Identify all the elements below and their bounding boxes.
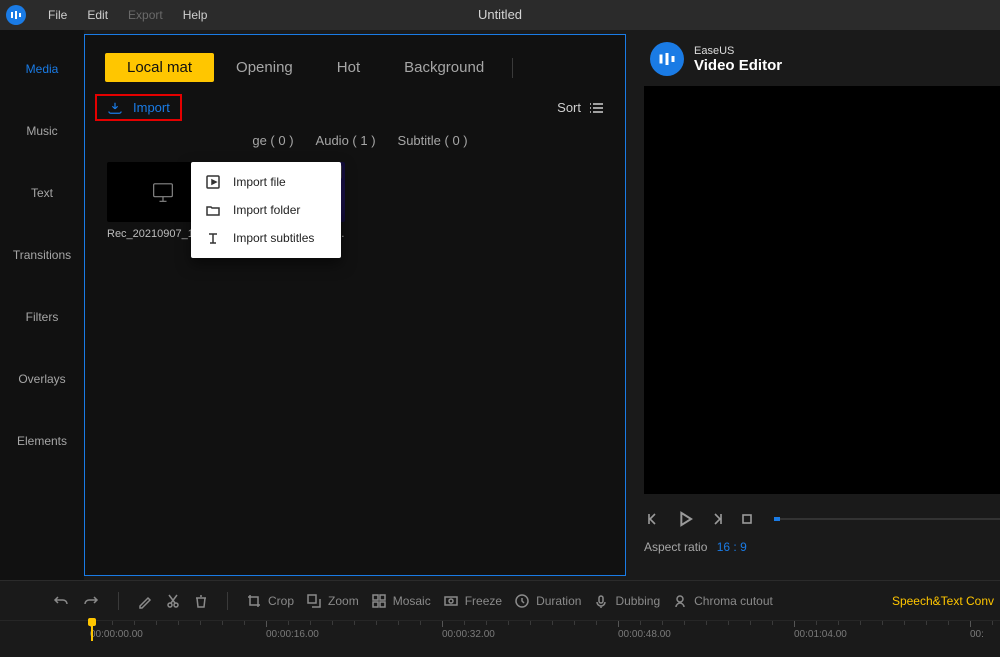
sidebar-item-transitions[interactable]: Transitions: [0, 248, 84, 262]
prev-frame-icon[interactable]: [644, 510, 662, 528]
filter-subtitle[interactable]: Subtitle ( 0 ): [398, 133, 468, 148]
dropdown-label: Import folder: [233, 203, 300, 217]
playback-controls: [644, 508, 1000, 530]
preview-panel: EaseUS Video Editor Aspect ratio 16 : 9: [630, 30, 1000, 580]
brand-text: EaseUS Video Editor: [694, 45, 782, 74]
timeline-ruler[interactable]: 00:00:00.0000:00:16.0000:00:32.0000:00:4…: [0, 620, 1000, 650]
cut-button[interactable]: [165, 593, 181, 609]
ruler-mark: 00:: [970, 621, 984, 640]
zoom-button[interactable]: Zoom: [306, 593, 359, 609]
playhead[interactable]: [91, 621, 93, 641]
dropdown-label: Import subtitles: [233, 231, 314, 245]
stop-icon[interactable]: [738, 510, 756, 528]
undo-button[interactable]: [52, 592, 70, 610]
import-dropdown: Import file Import folder Import subtitl…: [191, 162, 341, 258]
monitor-icon: [149, 178, 177, 206]
filter-image[interactable]: ge ( 0 ): [252, 133, 293, 148]
import-folder-item[interactable]: Import folder: [191, 196, 341, 224]
sidebar-item-filters[interactable]: Filters: [0, 310, 84, 324]
edit-button[interactable]: [137, 593, 153, 609]
filter-audio[interactable]: Audio ( 1 ): [316, 133, 376, 148]
aspect-ratio[interactable]: Aspect ratio 16 : 9: [644, 540, 1000, 554]
toolbar-divider: [118, 592, 119, 610]
brand-logo-icon: [650, 42, 684, 76]
brand-small: EaseUS: [694, 45, 782, 57]
edit-toolbar: Crop Zoom Mosaic Freeze Duration Dubbing…: [0, 580, 1000, 620]
aspect-value: 16 : 9: [717, 540, 747, 554]
sidebar: Media Music Text Transitions Filters Ove…: [0, 30, 84, 580]
media-panel: Local mat Opening Hot Background Import …: [84, 34, 626, 576]
menu-export[interactable]: Export: [118, 8, 173, 22]
media-type-filters: All (2) Video (1) Ima ge ( 0 ) Audio ( 1…: [115, 133, 605, 148]
menubar: File Edit Export Help: [0, 0, 1000, 30]
preview-viewport: [644, 86, 1000, 494]
play-icon[interactable]: [674, 508, 696, 530]
import-button[interactable]: Import: [95, 94, 182, 121]
chroma-button[interactable]: Chroma cutout: [672, 593, 773, 609]
tab-opening[interactable]: Opening: [214, 53, 315, 82]
mosaic-button[interactable]: Mosaic: [371, 593, 431, 609]
brand-header: EaseUS Video Editor: [650, 42, 1000, 76]
folder-icon: [205, 202, 221, 218]
delete-button[interactable]: [193, 593, 209, 609]
toolbar-divider: [227, 592, 228, 610]
import-subtitles-item[interactable]: Import subtitles: [191, 224, 341, 252]
next-frame-icon[interactable]: [708, 510, 726, 528]
duration-button[interactable]: Duration: [514, 593, 581, 609]
sort-label: Sort: [557, 100, 581, 115]
tab-local[interactable]: Local mat: [105, 53, 214, 82]
menu-help[interactable]: Help: [173, 8, 218, 22]
sidebar-item-text[interactable]: Text: [0, 186, 84, 200]
sidebar-item-elements[interactable]: Elements: [0, 434, 84, 448]
dropdown-label: Import file: [233, 175, 286, 189]
menu-file[interactable]: File: [38, 8, 77, 22]
sidebar-item-media[interactable]: Media: [0, 62, 84, 76]
tab-divider: [512, 58, 513, 78]
import-label: Import: [133, 100, 170, 115]
menu-edit[interactable]: Edit: [77, 8, 118, 22]
import-icon: [107, 101, 123, 115]
freeze-button[interactable]: Freeze: [443, 593, 502, 609]
sort-button[interactable]: Sort: [557, 100, 605, 115]
source-tabs: Local mat Opening Hot Background: [105, 53, 605, 82]
file-play-icon: [205, 174, 221, 190]
aspect-label: Aspect ratio: [644, 540, 707, 554]
import-file-item[interactable]: Import file: [191, 168, 341, 196]
sidebar-item-music[interactable]: Music: [0, 124, 84, 138]
brand-big: Video Editor: [694, 57, 782, 74]
speech-text-button[interactable]: Speech&Text Conv: [892, 594, 994, 608]
app-logo-icon: [6, 5, 26, 25]
tab-hot[interactable]: Hot: [315, 53, 382, 82]
thumbnail-grid: Rec_20210907_1635... Green Screen Cutout…: [107, 162, 625, 240]
sidebar-item-overlays[interactable]: Overlays: [0, 372, 84, 386]
text-icon: [205, 230, 221, 246]
crop-button[interactable]: Crop: [246, 593, 294, 609]
dubbing-button[interactable]: Dubbing: [593, 593, 660, 609]
tab-background[interactable]: Background: [382, 53, 506, 82]
playback-progress[interactable]: [774, 518, 1000, 520]
redo-button[interactable]: [82, 592, 100, 610]
sort-lines-icon: [589, 102, 605, 114]
